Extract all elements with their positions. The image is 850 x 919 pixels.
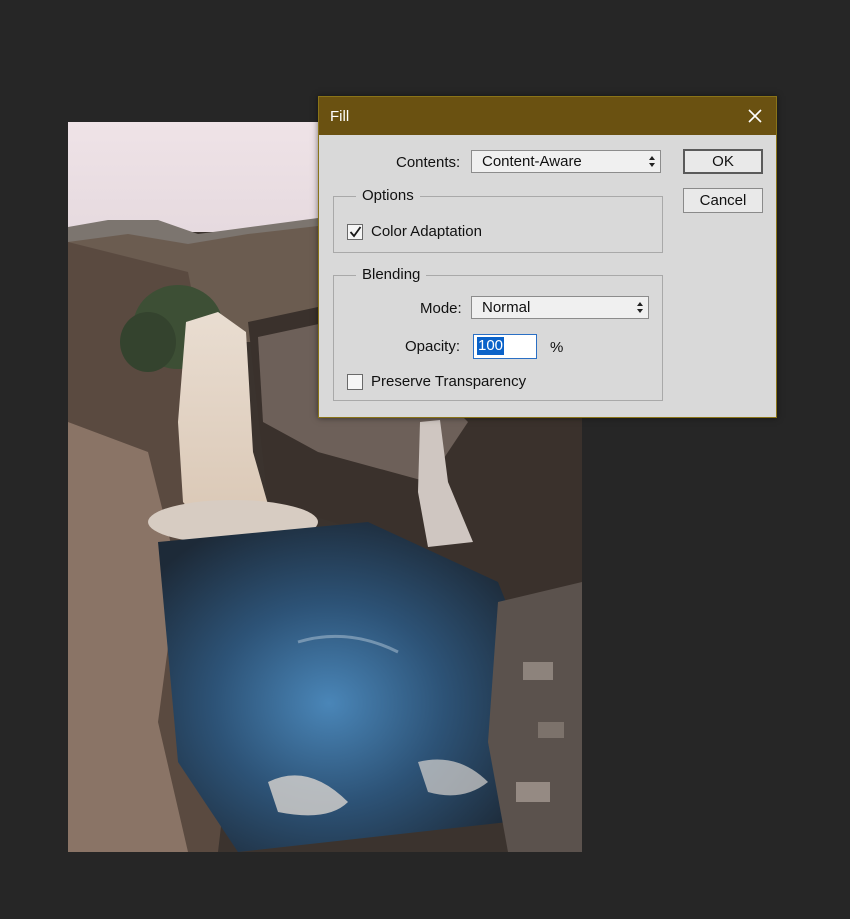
opacity-input[interactable]: 100: [473, 334, 537, 359]
contents-select-value: Content-Aware: [482, 153, 582, 170]
ok-button[interactable]: OK: [683, 149, 763, 174]
opacity-label: Opacity:: [405, 338, 461, 355]
checkmark-icon: [349, 226, 362, 238]
blending-group-title: Blending: [356, 266, 427, 283]
color-adaptation-checkbox[interactable]: [347, 224, 363, 240]
preserve-transparency-label[interactable]: Preserve Transparency: [371, 373, 526, 390]
close-icon: [748, 109, 762, 123]
preserve-transparency-checkbox[interactable]: [347, 374, 363, 390]
fill-dialog: Fill Contents: Content-Aware OK Cancel O…: [318, 96, 777, 418]
select-arrows-icon: [649, 156, 655, 167]
cancel-button[interactable]: Cancel: [683, 188, 763, 213]
contents-select[interactable]: Content-Aware: [471, 150, 661, 173]
contents-label: Contents:: [396, 154, 461, 171]
color-adaptation-label[interactable]: Color Adaptation: [371, 223, 482, 240]
mode-label: Mode:: [420, 300, 462, 317]
opacity-unit: %: [550, 339, 564, 356]
close-button[interactable]: [734, 97, 776, 135]
options-group-title: Options: [356, 187, 420, 204]
opacity-input-value: 100: [477, 337, 505, 355]
mode-select-value: Normal: [482, 299, 531, 316]
mode-select[interactable]: Normal: [471, 296, 649, 319]
dialog-title-bar[interactable]: Fill: [319, 97, 776, 135]
dialog-title: Fill: [330, 108, 350, 125]
select-arrows-icon: [637, 302, 643, 313]
